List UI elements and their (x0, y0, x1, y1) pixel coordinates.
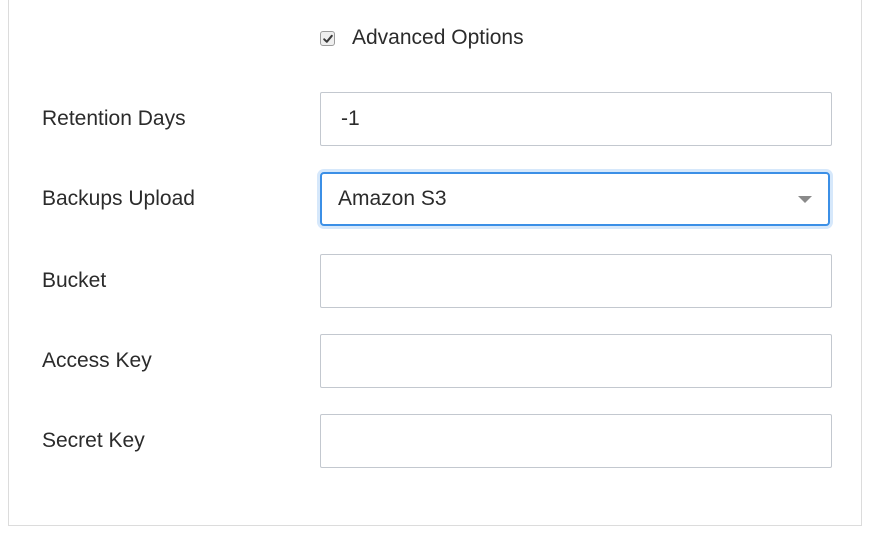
secret-key-row: Secret Key (0, 414, 880, 468)
retention-days-row: Retention Days (0, 92, 880, 146)
retention-days-input[interactable] (320, 92, 832, 146)
advanced-options-label: Advanced Options (352, 26, 524, 49)
bucket-input[interactable] (320, 254, 832, 308)
checkmark-icon (323, 34, 333, 43)
backups-upload-selected-value: Amazon S3 (338, 187, 447, 210)
access-key-row: Access Key (0, 334, 880, 388)
bucket-label: Bucket (42, 269, 107, 292)
bucket-row: Bucket (0, 254, 880, 308)
access-key-input[interactable] (320, 334, 832, 388)
secret-key-input[interactable] (320, 414, 832, 468)
advanced-options-checkbox[interactable] (320, 30, 335, 46)
advanced-options-toggle[interactable]: Advanced Options (320, 24, 524, 52)
backups-upload-label: Backups Upload (42, 187, 195, 210)
chevron-down-icon (798, 196, 812, 203)
access-key-label: Access Key (42, 349, 152, 372)
backups-upload-row: Backups Upload Amazon S3 (0, 172, 880, 226)
secret-key-label: Secret Key (42, 429, 145, 452)
backups-upload-select[interactable]: Amazon S3 (320, 172, 830, 226)
retention-days-label: Retention Days (42, 107, 186, 130)
